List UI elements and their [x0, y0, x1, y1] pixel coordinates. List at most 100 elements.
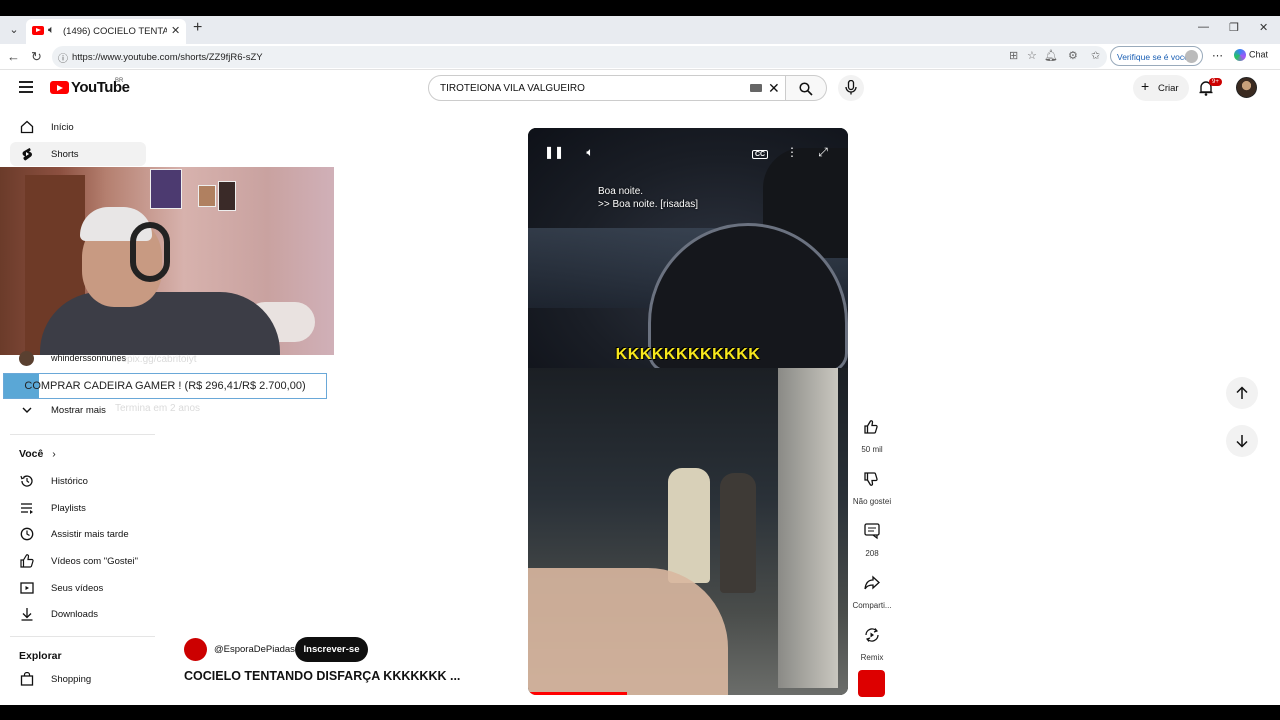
remix-button[interactable]: Remix	[852, 620, 892, 662]
clock-icon	[20, 527, 34, 541]
speaker-icon[interactable]: 🔈︎	[48, 24, 55, 37]
you-section-header[interactable]: Você ›	[19, 448, 56, 460]
channel-handle[interactable]: @EsporaDePiadas	[214, 644, 295, 655]
sidebar-item-playlists[interactable]: Playlists	[10, 496, 146, 520]
sidebar-item-historico[interactable]: Histórico	[10, 469, 146, 493]
profile-verify-button[interactable]: Verifique se é você	[1110, 46, 1203, 66]
sidebar-item-label: Shopping	[51, 674, 92, 685]
remix-icon	[857, 620, 887, 650]
audio-thumbnail[interactable]	[858, 670, 885, 697]
bag-icon	[20, 672, 34, 686]
download-icon	[21, 608, 33, 621]
video-person	[668, 468, 710, 583]
sidebar-item-liked-videos[interactable]: Vídeos com "Gostei"	[10, 549, 146, 573]
arrow-down-icon	[1236, 435, 1248, 448]
home-icon	[20, 120, 34, 134]
shield-bell-icon[interactable]: 🔔︎	[1044, 49, 1058, 62]
caption-line-2: >> Boa noite. [risadas]	[598, 199, 699, 210]
video-pillar	[778, 368, 838, 688]
chat-label: Chat	[1249, 49, 1269, 60]
video-progress-bar[interactable]	[528, 692, 628, 695]
minimize-icon[interactable]: —	[1198, 21, 1209, 33]
sidebar-item-inicio[interactable]: Início	[10, 115, 146, 139]
menu-hamburger-icon[interactable]	[19, 81, 33, 93]
previous-short-button[interactable]	[1226, 377, 1258, 409]
new-tab-plus-icon[interactable]: +	[193, 19, 202, 37]
sidebar-item-shorts[interactable]: Shorts	[10, 142, 146, 166]
channel-avatar[interactable]	[184, 638, 207, 661]
share-button[interactable]: Comparti...	[852, 568, 892, 610]
share-label: Comparti...	[852, 601, 892, 610]
keyboard-icon[interactable]	[750, 84, 762, 92]
caption-line-1: Boa noite.	[598, 186, 644, 197]
video-person	[720, 473, 756, 593]
create-button[interactable]: + Criar	[1133, 75, 1189, 101]
history-icon	[20, 475, 33, 487]
sidebar-item-label: Vídeos com "Gostei"	[51, 556, 139, 567]
explore-section-header: Explorar	[19, 650, 62, 662]
extensions-icon[interactable]: ⚙	[1068, 49, 1078, 62]
shorts-video-player[interactable]: Boa noite. >> Boa noite. [risadas] KKKKK…	[528, 128, 848, 695]
sidebar-item-watch-later[interactable]: Assistir mais tarde	[10, 522, 146, 546]
comment-count: 208	[865, 549, 879, 558]
search-icon	[799, 82, 813, 96]
wall-photo	[218, 181, 236, 211]
volume-icon[interactable]: 🔈︎	[578, 145, 602, 165]
reload-icon[interactable]: ↻	[31, 49, 42, 65]
search-button[interactable]	[786, 75, 827, 101]
copilot-logo-icon	[1234, 49, 1246, 61]
arrow-up-icon	[1236, 386, 1248, 399]
clear-search-icon[interactable]: ✕	[768, 80, 780, 97]
wall-poster	[150, 169, 182, 209]
remix-label: Remix	[860, 653, 884, 662]
pause-icon[interactable]: ❚❚	[542, 145, 566, 165]
tab-list-chevron-icon[interactable]: ⌄	[6, 21, 22, 39]
next-short-button[interactable]	[1226, 425, 1258, 457]
closed-captions-icon[interactable]: CC	[748, 145, 772, 165]
profile-avatar-icon	[1185, 50, 1198, 63]
address-bar: ← ↻ ⓘ https://www.youtube.com/shorts/ZZ9…	[0, 44, 1280, 70]
playlist-icon	[21, 503, 33, 514]
verify-label: Verifique se é você	[1117, 52, 1189, 62]
sidebar-item-downloads[interactable]: Downloads	[10, 602, 146, 626]
sidebar-item-label: Histórico	[51, 476, 88, 487]
site-info-icon[interactable]: ⓘ	[58, 50, 68, 65]
burned-in-caption: KKKKKKKKKKKK	[615, 346, 761, 363]
dislike-button[interactable]: Não gostei	[852, 464, 892, 506]
subscribe-button[interactable]: Inscrever-se	[295, 637, 368, 662]
favorite-star-icon[interactable]: ☆	[1027, 49, 1037, 62]
url-field[interactable]: ⓘ https://www.youtube.com/shorts/ZZ9fjR6…	[52, 46, 1107, 68]
stream-ghost-link: livepix.gg/cabritoiyt	[112, 354, 197, 365]
short-title[interactable]: COCIELO TENTANDO DISFARÇA KKKKKKK ...	[184, 669, 460, 683]
fullscreen-icon[interactable]: ⤢	[811, 145, 835, 165]
plus-icon: +	[1141, 78, 1150, 94]
donation-goal-bar: COMPRAR CADEIRA GAMER ! (R$ 296,41/R$ 2.…	[3, 373, 327, 399]
search-input[interactable]: TIROTEIONA VILA VALGUEIRO ✕	[428, 75, 786, 101]
more-dots-icon[interactable]: ⋯	[1212, 49, 1223, 62]
more-vertical-icon[interactable]: ⋮	[780, 145, 804, 165]
sidebar-item-shopping[interactable]: Shopping	[10, 667, 146, 691]
sidebar-item-your-videos[interactable]: Seus vídeos	[10, 576, 146, 600]
favorites-icon[interactable]: ✩	[1091, 49, 1100, 62]
show-more-label: Mostrar mais	[51, 405, 106, 416]
youtube-favicon-icon	[32, 26, 44, 35]
comments-button[interactable]: 208	[852, 516, 892, 558]
comment-icon	[857, 516, 887, 546]
notification-badge: 9+	[1209, 78, 1222, 86]
youtube-logo-icon[interactable]	[50, 81, 69, 94]
restore-icon[interactable]: ❐	[1229, 21, 1239, 34]
back-arrow-icon[interactable]: ←	[7, 49, 20, 64]
browser-tab-active[interactable]: 🔈︎ (1496) COCIELO TENTANDO D ✕	[26, 19, 186, 44]
account-avatar[interactable]	[1236, 77, 1257, 98]
channel-avatar	[19, 351, 34, 366]
voice-search-button[interactable]	[838, 75, 864, 101]
like-button[interactable]: 50 mil	[852, 412, 892, 454]
microphone-icon	[845, 80, 857, 95]
tab-title: (1496) COCIELO TENTANDO D	[63, 26, 167, 37]
tab-close-icon[interactable]: ✕	[171, 24, 180, 37]
sidebar-item-label: Seus vídeos	[51, 583, 104, 594]
screen: ⌄ 🔈︎ (1496) COCIELO TENTANDO D ✕ + — ❐ ✕…	[0, 16, 1280, 705]
window-close-icon[interactable]: ✕	[1259, 21, 1268, 34]
copilot-chat-button[interactable]: Chat	[1234, 49, 1268, 61]
app-available-icon[interactable]: ⊞	[1009, 49, 1018, 62]
